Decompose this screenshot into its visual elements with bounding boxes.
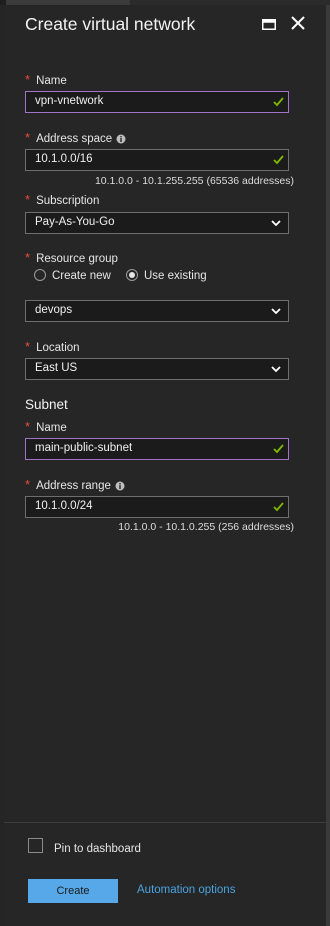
subnet-name-input[interactable]: main-public-subnet xyxy=(25,438,289,460)
name-input[interactable]: vpn-vnetwork xyxy=(25,91,289,113)
checkmark-icon xyxy=(273,97,284,107)
subnet-name-label: * Name xyxy=(25,419,67,434)
radio-create-new[interactable]: Create new xyxy=(34,269,111,282)
chevron-down-icon xyxy=(271,220,281,227)
required-marker: * xyxy=(25,192,31,207)
location-value: East US xyxy=(35,362,78,374)
info-icon[interactable] xyxy=(116,134,126,144)
radio-dot-selected xyxy=(126,269,138,281)
address-space-value: 10.1.0.0/16 xyxy=(35,153,93,165)
address-range-input[interactable]: 10.1.0.0/24 xyxy=(25,496,289,518)
automation-options-link[interactable]: Automation options xyxy=(137,884,235,896)
radio-dot xyxy=(34,269,46,281)
pin-to-dashboard-label[interactable]: Pin to dashboard xyxy=(54,843,141,855)
name-value: vpn-vnetwork xyxy=(35,95,104,107)
location-select[interactable]: East US xyxy=(25,358,289,380)
checkmark-icon xyxy=(273,444,284,454)
blade-title: Create virtual network xyxy=(25,14,196,34)
pin-to-dashboard-checkbox[interactable] xyxy=(28,838,43,853)
address-space-label: * Address space xyxy=(25,130,126,145)
required-marker: * xyxy=(25,130,31,145)
checkmark-icon xyxy=(273,502,284,512)
required-marker: * xyxy=(25,419,31,434)
address-range-hint: 10.1.0.0 - 10.1.0.255 (256 addresses) xyxy=(118,521,294,533)
name-label: * Name xyxy=(25,72,67,87)
create-button[interactable]: Create xyxy=(28,879,118,903)
close-icon[interactable] xyxy=(290,15,306,31)
required-marker: * xyxy=(25,250,31,265)
radio-use-existing[interactable]: Use existing xyxy=(126,269,207,282)
chevron-down-icon xyxy=(271,366,281,373)
resource-group-label: * Resource group xyxy=(25,250,118,265)
resource-group-value: devops xyxy=(35,304,73,316)
location-label: * Location xyxy=(25,339,80,354)
info-icon[interactable] xyxy=(115,481,125,491)
required-marker: * xyxy=(25,72,31,87)
subnet-name-value: main-public-subnet xyxy=(35,442,133,454)
address-range-value: 10.1.0.0/24 xyxy=(35,500,93,512)
subscription-value: Pay-As-You-Go xyxy=(35,216,115,228)
address-space-input[interactable]: 10.1.0.0/16 xyxy=(25,149,289,171)
required-marker: * xyxy=(25,477,31,492)
subscription-select[interactable]: Pay-As-You-Go xyxy=(25,212,289,234)
maximize-icon[interactable] xyxy=(262,19,276,30)
footer-divider xyxy=(4,822,326,823)
address-range-label: * Address range xyxy=(25,477,125,492)
subnet-heading: Subnet xyxy=(25,397,68,412)
resource-group-select[interactable]: devops xyxy=(25,300,289,322)
required-marker: * xyxy=(25,339,31,354)
subscription-label: * Subscription xyxy=(25,192,100,207)
chevron-down-icon xyxy=(271,308,281,315)
address-space-hint: 10.1.0.0 - 10.1.255.255 (65536 addresses… xyxy=(94,175,294,187)
checkmark-icon xyxy=(273,155,284,165)
